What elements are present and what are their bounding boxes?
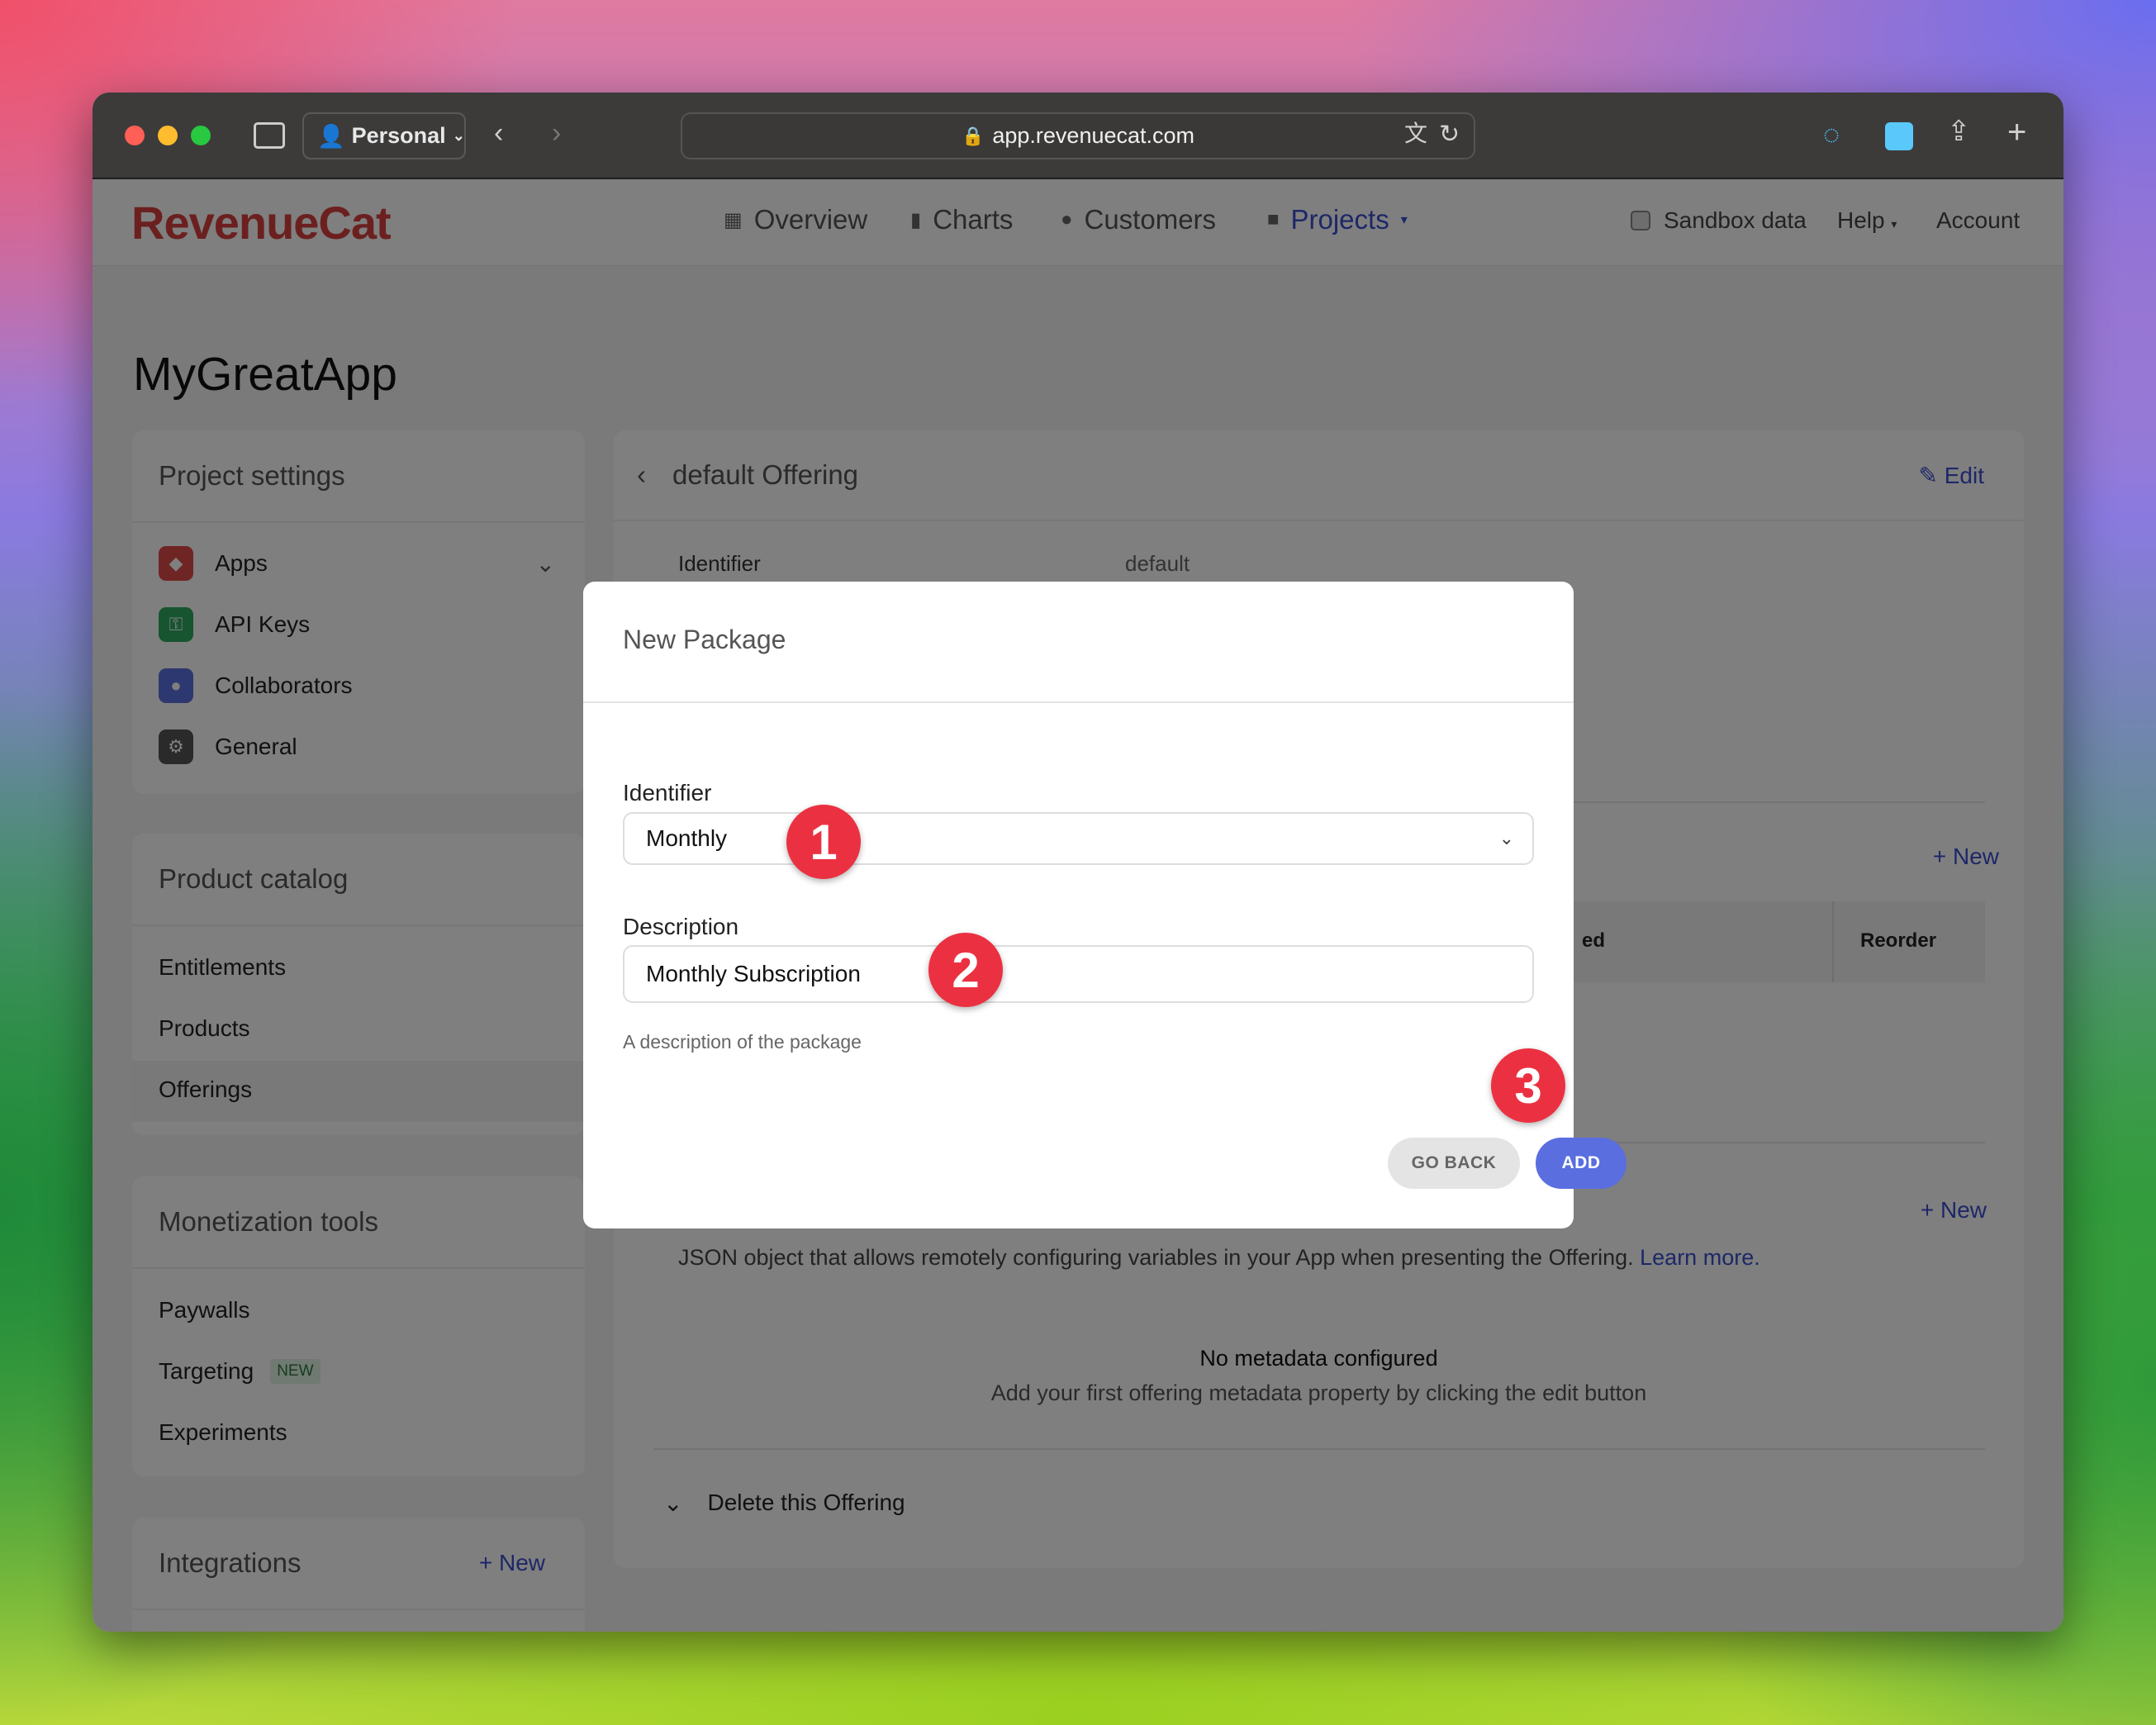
person-icon: 👤 (317, 123, 345, 149)
description-label: Description (623, 914, 739, 939)
description-input[interactable]: Monthly Subscription (623, 945, 1534, 1003)
lock-icon: 🔒 (961, 125, 985, 146)
add-button[interactable]: ADD (1536, 1138, 1626, 1189)
profile-selector[interactable]: 👤 Personal ⌄ (302, 112, 466, 159)
browser-toolbar: 👤 Personal ⌄ ‹ › 🔒 app.revenuecat.com 文 ↻ ◌… (93, 93, 2063, 179)
address-bar[interactable]: 🔒 app.revenuecat.com (681, 112, 1475, 159)
identifier-select[interactable]: Monthly ⌄ (623, 812, 1534, 865)
translate-icon[interactable]: 文 (1404, 122, 1427, 145)
extension-icon[interactable] (1885, 122, 1913, 150)
go-back-button[interactable]: GO BACK (1388, 1138, 1520, 1189)
new-tab-icon[interactable]: + (2007, 116, 2026, 149)
identifier-label: Identifier (623, 780, 712, 805)
browser-window: 👤 Personal ⌄ ‹ › 🔒 app.revenuecat.com 文 ↻ ◌… (93, 93, 2063, 1632)
minimize-window-button[interactable] (158, 126, 178, 145)
description-help: A description of the package (623, 1031, 862, 1053)
reload-icon[interactable]: ↻ (1439, 122, 1460, 147)
annotation-badge-2: 2 (928, 933, 1003, 1007)
new-package-modal: New Package Identifier Monthly ⌄ Descript… (583, 582, 1626, 1228)
chevron-down-icon: ⌄ (1498, 828, 1514, 848)
loading-spinner-icon: ◌ (1823, 119, 1840, 150)
share-icon[interactable]: ⇪ (1947, 117, 1971, 145)
annotation-badge-3: 3 (1491, 1048, 1565, 1123)
maximize-window-button[interactable] (191, 126, 211, 145)
close-window-button[interactable] (125, 126, 145, 145)
chevron-down-icon: ⌄ (452, 127, 465, 144)
forward-icon[interactable]: › (552, 119, 561, 147)
modal-title: New Package (623, 625, 786, 654)
back-icon[interactable]: ‹ (494, 119, 503, 147)
sidebar-toggle-icon[interactable] (254, 122, 285, 149)
annotation-badge-1: 1 (786, 805, 861, 879)
